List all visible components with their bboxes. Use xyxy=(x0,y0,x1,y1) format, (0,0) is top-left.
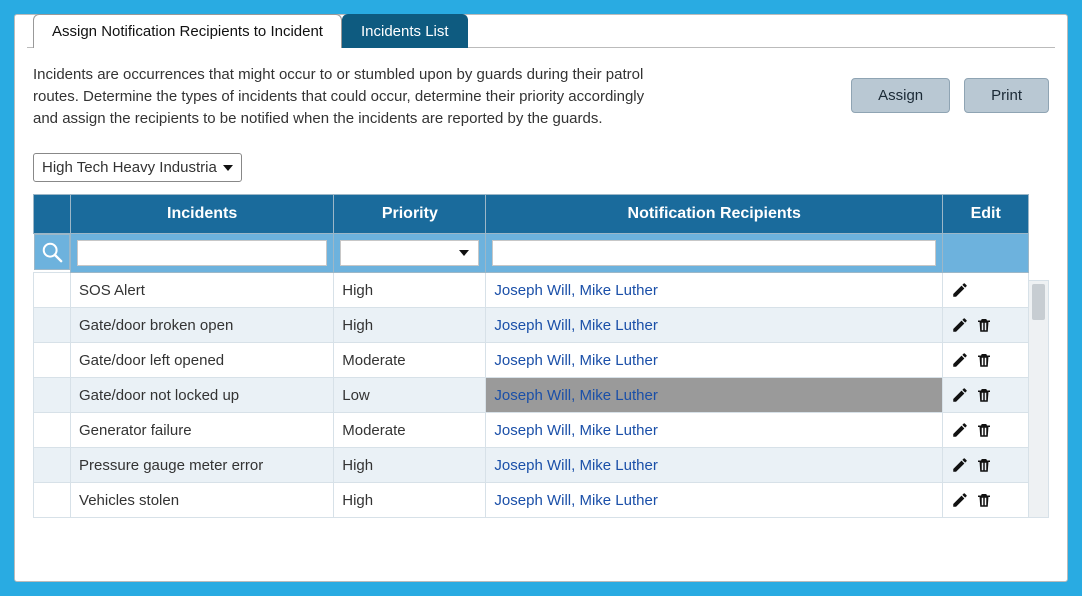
row-blank-cell xyxy=(34,308,71,343)
recipients-cell[interactable]: Joseph Will, Mike Luther xyxy=(486,273,943,308)
edit-icon[interactable] xyxy=(951,316,969,334)
header-row: Incidents are occurrences that might occ… xyxy=(27,64,1055,129)
edit-icon[interactable] xyxy=(951,491,969,509)
incident-cell: Generator failure xyxy=(71,413,334,448)
row-blank-cell xyxy=(34,448,71,483)
incident-cell: Gate/door not locked up xyxy=(71,378,334,413)
recipients-cell[interactable]: Joseph Will, Mike Luther xyxy=(486,448,943,483)
edit-cell xyxy=(942,448,1028,483)
site-selector[interactable]: High Tech Heavy Industria xyxy=(33,153,242,182)
filter-priority-select[interactable] xyxy=(340,240,479,266)
filter-edit-blank xyxy=(942,234,1028,273)
header-priority[interactable]: Priority xyxy=(334,195,486,234)
table-row[interactable]: Generator failureModerate Joseph Will, Mi… xyxy=(34,413,1029,448)
table-row[interactable]: Gate/door broken openHigh Joseph Will, Mi… xyxy=(34,308,1029,343)
edit-cell xyxy=(942,343,1028,378)
chevron-down-icon xyxy=(223,165,233,171)
priority-cell: High xyxy=(334,483,486,518)
tab-content: Incidents are occurrences that might occ… xyxy=(27,47,1055,518)
tab-bar: Assign Notification Recipients to Incide… xyxy=(33,14,1055,48)
row-blank-cell xyxy=(34,483,71,518)
table-filter-row xyxy=(34,234,1029,273)
delete-icon[interactable] xyxy=(975,351,993,369)
table-scrollbar[interactable] xyxy=(1029,280,1049,518)
delete-icon[interactable] xyxy=(975,421,993,439)
edit-cell xyxy=(942,483,1028,518)
row-blank-cell xyxy=(34,378,71,413)
incidents-table: Incidents Priority Notification Recipien… xyxy=(33,194,1029,518)
delete-icon[interactable] xyxy=(975,456,993,474)
action-buttons: Assign Print xyxy=(851,78,1049,113)
recipients-cell[interactable]: Joseph Will, Mike Luther xyxy=(486,343,943,378)
description-text: Incidents are occurrences that might occ… xyxy=(33,64,653,129)
table-row[interactable]: Gate/door left openedModerate Joseph Will… xyxy=(34,343,1029,378)
recipients-link[interactable]: Joseph Will, Mike Luther xyxy=(494,457,657,474)
edit-icon[interactable] xyxy=(951,456,969,474)
priority-cell: Low xyxy=(334,378,486,413)
recipients-link[interactable]: Joseph Will, Mike Luther xyxy=(494,282,657,299)
recipients-cell[interactable]: Joseph Will, Mike Luther xyxy=(486,378,943,413)
priority-cell: Moderate xyxy=(334,413,486,448)
recipients-link[interactable]: Joseph Will, Mike Luther xyxy=(494,492,657,509)
header-edit: Edit xyxy=(942,195,1028,234)
recipients-link[interactable]: Joseph Will, Mike Luther xyxy=(494,422,657,439)
search-icon xyxy=(41,241,63,263)
table-body: SOS AlertHighJoseph Will, Mike Luther Ga… xyxy=(34,273,1029,518)
edit-icon[interactable] xyxy=(951,281,969,299)
filter-recipients-input[interactable] xyxy=(492,240,936,266)
table-header-row: Incidents Priority Notification Recipien… xyxy=(34,195,1029,234)
header-incidents[interactable]: Incidents xyxy=(71,195,334,234)
row-blank-cell xyxy=(34,413,71,448)
incident-cell: Vehicles stolen xyxy=(71,483,334,518)
table-row[interactable]: Gate/door not locked upLow Joseph Will, M… xyxy=(34,378,1029,413)
assign-button[interactable]: Assign xyxy=(851,78,950,113)
recipients-cell[interactable]: Joseph Will, Mike Luther xyxy=(486,308,943,343)
priority-cell: High xyxy=(334,273,486,308)
row-blank-cell xyxy=(34,273,71,308)
priority-cell: High xyxy=(334,448,486,483)
row-blank-cell xyxy=(34,343,71,378)
edit-icon[interactable] xyxy=(951,351,969,369)
edit-cell xyxy=(942,273,1028,308)
tab-assign-recipients[interactable]: Assign Notification Recipients to Incide… xyxy=(33,14,342,48)
site-selector-value: High Tech Heavy Industria xyxy=(42,159,217,176)
delete-icon[interactable] xyxy=(975,491,993,509)
incident-cell: Gate/door left opened xyxy=(71,343,334,378)
incident-cell: Gate/door broken open xyxy=(71,308,334,343)
tab-incidents-list[interactable]: Incidents List xyxy=(342,14,468,48)
header-recipients[interactable]: Notification Recipients xyxy=(486,195,943,234)
incident-cell: SOS Alert xyxy=(71,273,334,308)
delete-icon[interactable] xyxy=(975,386,993,404)
incidents-table-wrap: Incidents Priority Notification Recipien… xyxy=(33,194,1049,518)
recipients-link[interactable]: Joseph Will, Mike Luther xyxy=(494,317,657,334)
filter-incident-input[interactable] xyxy=(77,240,327,266)
edit-cell xyxy=(942,378,1028,413)
table-row[interactable]: Pressure gauge meter errorHigh Joseph Wil… xyxy=(34,448,1029,483)
priority-cell: Moderate xyxy=(334,343,486,378)
recipients-cell[interactable]: Joseph Will, Mike Luther xyxy=(486,413,943,448)
edit-cell xyxy=(942,413,1028,448)
main-panel: Assign Notification Recipients to Incide… xyxy=(14,14,1068,582)
filter-search-cell xyxy=(34,234,71,270)
table-row[interactable]: SOS AlertHigh Joseph Will, Mike Luther xyxy=(34,273,1029,308)
incident-cell: Pressure gauge meter error xyxy=(71,448,334,483)
header-blank xyxy=(34,195,71,234)
edit-icon[interactable] xyxy=(951,421,969,439)
priority-cell: High xyxy=(334,308,486,343)
recipients-cell[interactable]: Joseph Will, Mike Luther xyxy=(486,483,943,518)
edit-icon[interactable] xyxy=(951,386,969,404)
table-row[interactable]: Vehicles stolenHigh Joseph Will, Mike Lut… xyxy=(34,483,1029,518)
print-button[interactable]: Print xyxy=(964,78,1049,113)
recipients-link[interactable]: Joseph Will, Mike Luther xyxy=(494,352,657,369)
recipients-link[interactable]: Joseph Will, Mike Luther xyxy=(494,387,657,404)
edit-cell xyxy=(942,308,1028,343)
delete-icon[interactable] xyxy=(975,316,993,334)
scrollbar-thumb[interactable] xyxy=(1032,284,1045,320)
